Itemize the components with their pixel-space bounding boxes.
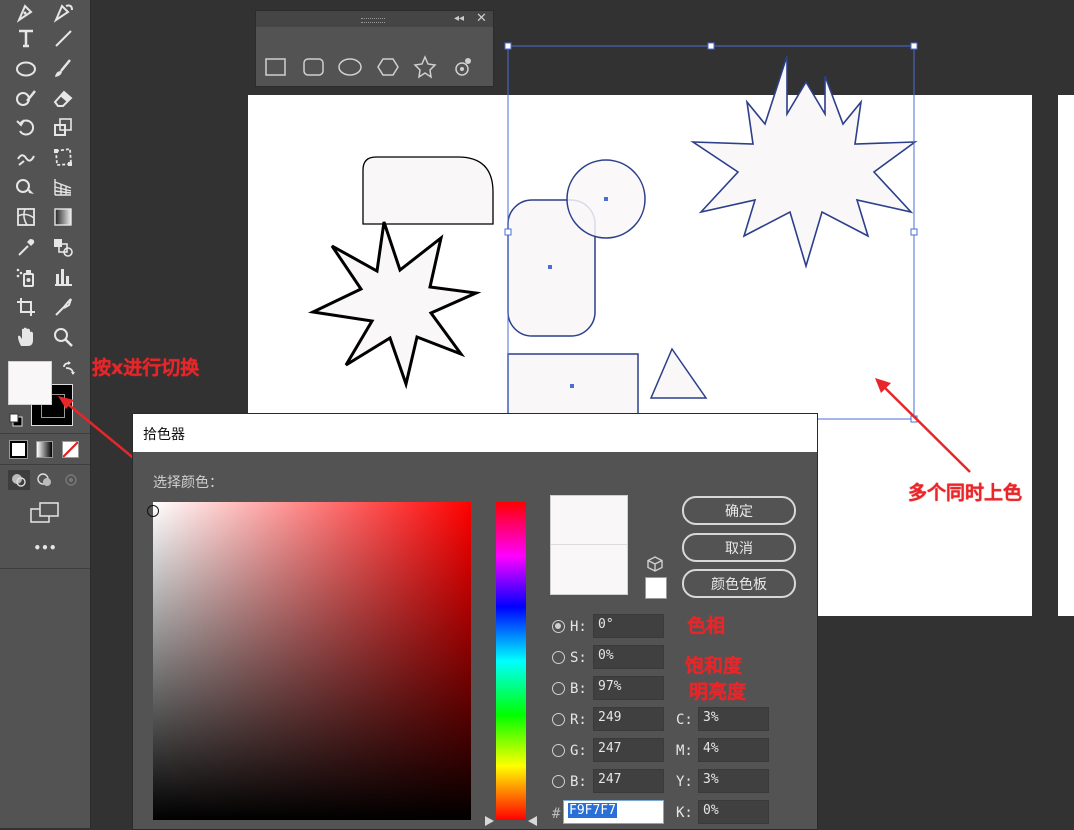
annotation-arrow-multi bbox=[880, 383, 971, 473]
select-color-label: 选择颜色： bbox=[153, 475, 223, 491]
green-label: G: bbox=[570, 743, 587, 759]
color-swatches-button[interactable]: 颜色色板 bbox=[682, 569, 796, 598]
blue-label: B: bbox=[570, 774, 587, 790]
hex-prefix: # bbox=[552, 806, 561, 822]
hex-field[interactable]: F9F7F7 bbox=[563, 800, 664, 824]
brightness-label: B: bbox=[570, 681, 587, 697]
annotation-brightness: 明亮度 bbox=[689, 681, 747, 703]
yellow-field[interactable]: 3% bbox=[698, 769, 769, 793]
web-safe-cube-icon[interactable] bbox=[646, 555, 664, 573]
ok-button[interactable]: 确定 bbox=[682, 496, 796, 525]
blue-field[interactable]: 247 bbox=[593, 769, 664, 793]
green-field[interactable]: 247 bbox=[593, 738, 664, 762]
annotation-toggle-hint: 按x进行切换 bbox=[92, 357, 200, 379]
web-safe-swatch[interactable] bbox=[645, 577, 667, 599]
triangle-shape[interactable] bbox=[649, 347, 708, 399]
red-field[interactable]: 249 bbox=[593, 707, 664, 731]
annotation-saturation: 饱和度 bbox=[685, 655, 743, 677]
hue-slider-right-arrow[interactable] bbox=[528, 816, 537, 826]
dialog-title: 拾色器 bbox=[143, 427, 185, 443]
yellow-label: Y: bbox=[676, 774, 693, 790]
color-preview bbox=[550, 495, 628, 595]
cancel-button[interactable]: 取消 bbox=[682, 533, 796, 562]
red-label: R: bbox=[570, 712, 587, 728]
black-label: K: bbox=[676, 805, 693, 821]
hue-label: H: bbox=[570, 619, 587, 635]
color-cursor[interactable] bbox=[147, 505, 159, 517]
dialog-title-bar[interactable]: 拾色器 bbox=[133, 414, 817, 452]
green-radio[interactable] bbox=[552, 744, 565, 757]
rounded-tab-shape[interactable] bbox=[362, 156, 494, 225]
saturation-radio[interactable] bbox=[552, 651, 565, 664]
hue-slider-left-arrow[interactable] bbox=[485, 816, 494, 826]
brightness-radio[interactable] bbox=[552, 682, 565, 695]
saturation-brightness-field[interactable] bbox=[153, 502, 471, 820]
color-picker-dialog: 拾色器 选择颜色： 确定 取消 颜色色板 H: 0° S: 0% B: 97% … bbox=[132, 413, 818, 830]
annotation-hue: 色相 bbox=[687, 615, 726, 637]
hue-radio[interactable] bbox=[552, 620, 565, 633]
saturation-field[interactable]: 0% bbox=[593, 645, 664, 669]
brightness-field[interactable]: 97% bbox=[593, 676, 664, 700]
hue-field[interactable]: 0° bbox=[593, 614, 664, 638]
red-radio[interactable] bbox=[552, 713, 565, 726]
cyan-field[interactable]: 3% bbox=[698, 707, 769, 731]
star-shape-right[interactable] bbox=[690, 55, 918, 269]
cyan-label: C: bbox=[676, 712, 693, 728]
saturation-label: S: bbox=[570, 650, 587, 666]
hex-value: F9F7F7 bbox=[568, 803, 617, 818]
blue-radio[interactable] bbox=[552, 775, 565, 788]
star-shape-left[interactable] bbox=[307, 221, 482, 390]
black-field[interactable]: 0% bbox=[698, 800, 769, 824]
magenta-field[interactable]: 4% bbox=[698, 738, 769, 762]
magenta-label: M: bbox=[676, 743, 693, 759]
annotation-multi-color: 多个同时上色 bbox=[908, 482, 1023, 504]
hue-slider[interactable] bbox=[496, 502, 526, 820]
